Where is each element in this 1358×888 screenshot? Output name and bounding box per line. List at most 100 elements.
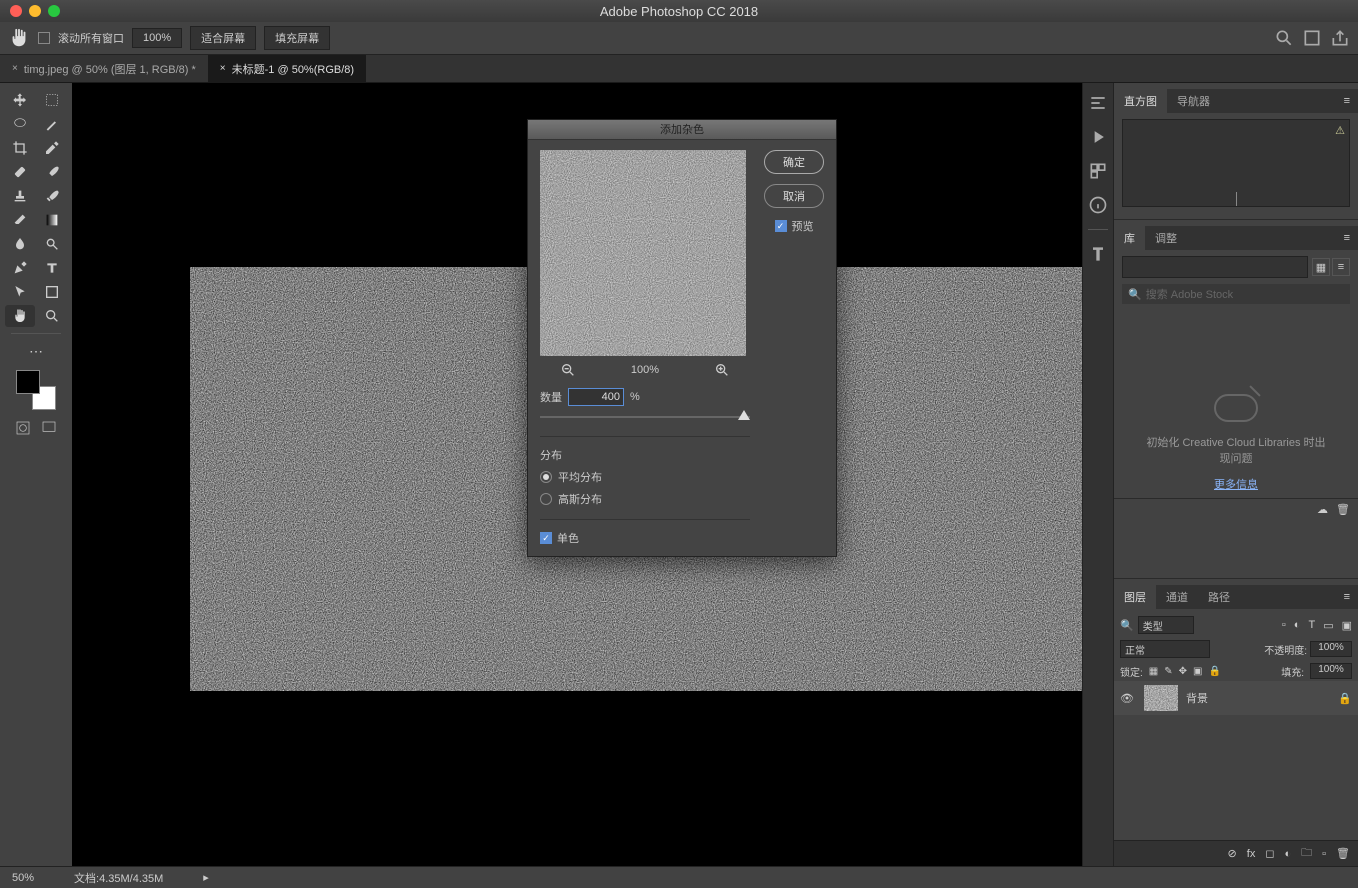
list-view-icon[interactable]: ≡	[1332, 258, 1350, 276]
zoom-out-icon[interactable]	[560, 362, 576, 378]
hand-tool-icon[interactable]	[8, 27, 30, 49]
adjustment-icon[interactable]: ◐	[1284, 848, 1291, 860]
blend-mode-select[interactable]: 正常	[1120, 640, 1210, 658]
link-layers-icon[interactable]: ⊘	[1228, 847, 1237, 860]
status-zoom[interactable]: 50%	[12, 872, 34, 884]
share-icon[interactable]	[1330, 28, 1350, 48]
dodge-tool[interactable]	[37, 233, 67, 255]
lock-pixels-icon[interactable]: ▦	[1149, 666, 1158, 677]
grid-view-icon[interactable]: ▦	[1312, 258, 1330, 276]
panel-menu-icon[interactable]: ≡	[1336, 226, 1358, 250]
history-brush-tool[interactable]	[37, 185, 67, 207]
amount-input[interactable]	[568, 388, 624, 406]
uniform-radio[interactable]: 平均分布	[540, 469, 750, 485]
minimize-window-button[interactable]	[29, 5, 41, 17]
crop-tool[interactable]	[5, 137, 35, 159]
fill-screen-button[interactable]: 填充屏幕	[264, 26, 330, 50]
lock-icon[interactable]: 🔒	[1338, 692, 1352, 705]
filter-shape-icon[interactable]: ▭	[1323, 619, 1333, 632]
wand-tool[interactable]	[37, 113, 67, 135]
document-tab-1[interactable]: ×timg.jpeg @ 50% (图层 1, RGB/8) *	[0, 55, 208, 82]
new-layer-icon[interactable]: ▫	[1322, 848, 1326, 860]
tab-navigator[interactable]: 导航器	[1167, 89, 1220, 113]
zoom-tool[interactable]	[37, 305, 67, 327]
tab-adjustments[interactable]: 调整	[1145, 226, 1187, 250]
actions-icon[interactable]	[1088, 127, 1108, 147]
filter-type-icon[interactable]: T	[1308, 619, 1315, 632]
path-select-tool[interactable]	[5, 281, 35, 303]
quickmask-icon[interactable]	[15, 420, 31, 439]
properties-icon[interactable]	[1088, 93, 1108, 113]
lock-all-icon[interactable]: 🔒	[1208, 666, 1220, 677]
hand-tool[interactable]	[5, 305, 35, 327]
marquee-tool[interactable]	[37, 89, 67, 111]
pen-tool[interactable]	[5, 257, 35, 279]
layer-thumbnail[interactable]	[1144, 685, 1178, 711]
status-doc-size[interactable]: 文档:4.35M/4.35M	[74, 870, 163, 886]
zoom-in-icon[interactable]	[714, 362, 730, 378]
screenmode-icon[interactable]	[41, 420, 57, 439]
blur-tool[interactable]	[5, 233, 35, 255]
search-icon[interactable]	[1274, 28, 1294, 48]
tab-histogram[interactable]: 直方图	[1114, 89, 1167, 113]
cloud-sync-icon[interactable]: ☁	[1317, 503, 1328, 516]
library-search[interactable]: 🔍搜索 Adobe Stock	[1122, 284, 1350, 304]
color-swatches[interactable]	[16, 370, 56, 410]
lock-artboard-icon[interactable]: ▣	[1193, 666, 1202, 677]
tab-paths[interactable]: 路径	[1198, 585, 1240, 609]
healing-tool[interactable]	[5, 161, 35, 183]
gaussian-radio[interactable]: 高斯分布	[540, 491, 750, 507]
tab-layers[interactable]: 图层	[1114, 585, 1156, 609]
tab-channels[interactable]: 通道	[1156, 585, 1198, 609]
more-tools[interactable]: ⋯	[21, 340, 51, 362]
scroll-all-checkbox[interactable]	[38, 32, 50, 44]
more-info-link[interactable]: 更多信息	[1122, 476, 1350, 492]
lock-position-icon[interactable]: ✥	[1179, 666, 1187, 677]
layer-background[interactable]: 👁 背景 🔒	[1114, 681, 1358, 715]
eyedropper-tool[interactable]	[37, 137, 67, 159]
layer-filter-type[interactable]: 类型	[1138, 616, 1194, 634]
ok-button[interactable]: 确定	[764, 150, 824, 174]
trash-icon[interactable]: 🗑	[1336, 503, 1350, 516]
workspace-icon[interactable]	[1302, 28, 1322, 48]
close-tab-icon[interactable]: ×	[12, 63, 18, 74]
amount-slider[interactable]	[540, 410, 750, 424]
opacity-value[interactable]: 100%	[1310, 641, 1352, 657]
preview-checkbox[interactable]: ✓预览	[775, 218, 814, 234]
panel-menu-icon[interactable]: ≡	[1336, 585, 1358, 609]
filter-pixel-icon[interactable]: ▫	[1282, 619, 1286, 632]
fit-screen-button[interactable]: 适合屏幕	[190, 26, 256, 50]
character-icon[interactable]	[1088, 244, 1108, 264]
shape-tool[interactable]	[37, 281, 67, 303]
close-tab-icon[interactable]: ×	[220, 63, 226, 74]
visibility-icon[interactable]: 👁	[1120, 692, 1136, 705]
canvas-area[interactable]: 添加杂色 100% 数量 %	[72, 83, 1082, 866]
preview-box[interactable]	[540, 150, 746, 356]
lock-brush-icon[interactable]: ✎	[1164, 666, 1172, 677]
filter-smart-icon[interactable]: ▣	[1342, 619, 1352, 632]
info-icon[interactable]	[1088, 195, 1108, 215]
mask-icon[interactable]: ◻	[1265, 847, 1274, 860]
type-tool[interactable]	[37, 257, 67, 279]
fullscreen-window-button[interactable]	[48, 5, 60, 17]
close-window-button[interactable]	[10, 5, 22, 17]
stamp-tool[interactable]	[5, 185, 35, 207]
fx-icon[interactable]: fx	[1247, 848, 1256, 860]
mono-checkbox[interactable]: ✓单色	[540, 530, 750, 546]
filter-adjust-icon[interactable]: ◐	[1294, 619, 1301, 632]
group-icon[interactable]: 🗀	[1301, 844, 1312, 863]
document-tab-2[interactable]: ×未标题-1 @ 50%(RGB/8)	[208, 55, 366, 82]
warning-icon[interactable]: ⚠	[1335, 124, 1345, 137]
tab-library[interactable]: 库	[1114, 226, 1145, 250]
brush-tool[interactable]	[37, 161, 67, 183]
move-tool[interactable]	[5, 89, 35, 111]
panel-menu-icon[interactable]: ≡	[1336, 89, 1358, 113]
fill-value[interactable]: 100%	[1310, 663, 1352, 679]
lasso-tool[interactable]	[5, 113, 35, 135]
cancel-button[interactable]: 取消	[764, 184, 824, 208]
gradient-tool[interactable]	[37, 209, 67, 231]
delete-icon[interactable]: 🗑	[1336, 847, 1350, 860]
zoom-percent-button[interactable]: 100%	[132, 28, 182, 48]
styles-icon[interactable]	[1088, 161, 1108, 181]
eraser-tool[interactable]	[5, 209, 35, 231]
